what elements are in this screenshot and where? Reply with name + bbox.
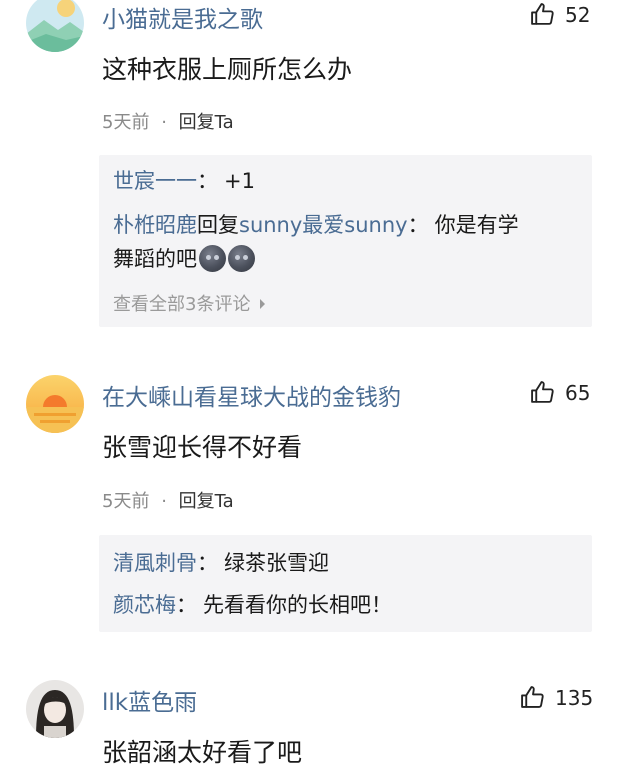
reply-line[interactable]: 颜芯梅： 先看看你的长相吧！ bbox=[113, 589, 578, 621]
reply-content: +1 bbox=[224, 169, 255, 193]
reply-button[interactable]: 回复Ta bbox=[179, 112, 234, 133]
comment-text: 张韶涵太好看了吧 bbox=[102, 738, 303, 767]
avatar[interactable] bbox=[26, 680, 84, 738]
reply-content: 先看看你的长相吧！ bbox=[203, 593, 392, 617]
comment-item: llk蓝色雨 135 张韶涵太好看了吧 bbox=[0, 675, 620, 775]
reply-line[interactable]: 朴栣昭鹿回复sunny最爱sunny： 你是有学 bbox=[113, 209, 578, 241]
reply-sep: ： bbox=[197, 551, 218, 575]
comment-item: 小猫就是我之歌 52 这种衣服上厕所怎么办 5天前 · 回复Ta 世宸一一： +1… bbox=[0, 0, 620, 340]
reply-line-continued: 舞蹈的吧 bbox=[113, 243, 578, 275]
reply-author[interactable]: 颜芯梅 bbox=[113, 593, 176, 617]
like-count: 135 bbox=[555, 685, 594, 710]
dark-moon-face-emoji bbox=[228, 245, 255, 272]
avatar[interactable] bbox=[26, 375, 84, 433]
timestamp: 5天前 bbox=[102, 491, 150, 512]
reply-sep: ： bbox=[176, 593, 197, 617]
like-button[interactable]: 135 bbox=[520, 685, 593, 710]
comment-text: 张雪迎长得不好看 bbox=[102, 433, 303, 462]
reply-box: 清風刺骨： 绿茶张雪迎 颜芯梅： 先看看你的长相吧！ bbox=[99, 535, 592, 632]
username[interactable]: 小猫就是我之歌 bbox=[102, 0, 263, 34]
meta-dot: · bbox=[161, 112, 167, 133]
thumbs-up-icon bbox=[531, 3, 554, 25]
reply-middle: 回复 bbox=[197, 213, 239, 237]
comment-item: 在大嵊山看星球大战的金钱豹 65 张雪迎长得不好看 5天前 · 回复Ta 清風刺… bbox=[0, 370, 620, 640]
view-all-label: 查看全部3条评论 bbox=[113, 294, 251, 315]
reply-line[interactable]: 清風刺骨： 绿茶张雪迎 bbox=[113, 547, 578, 579]
thumbs-up-icon bbox=[531, 381, 554, 403]
chevron-right-icon bbox=[260, 299, 266, 309]
view-all-replies-link[interactable]: 查看全部3条评论 bbox=[113, 290, 267, 316]
like-button[interactable]: 52 bbox=[530, 2, 590, 27]
reply-author[interactable]: 朴栣昭鹿 bbox=[113, 213, 197, 237]
thumbs-up-icon bbox=[521, 686, 544, 708]
reply-box: 世宸一一： +1 朴栣昭鹿回复sunny最爱sunny： 你是有学 舞蹈的吧 查看全… bbox=[99, 155, 592, 327]
username[interactable]: llk蓝色雨 bbox=[102, 683, 197, 717]
reply-button[interactable]: 回复Ta bbox=[179, 491, 234, 512]
comment-meta: 5天前 · 回复Ta bbox=[102, 108, 234, 134]
reply-author[interactable]: 清風刺骨 bbox=[113, 551, 197, 575]
like-button[interactable]: 65 bbox=[530, 380, 590, 405]
reply-content: 绿茶张雪迎 bbox=[224, 551, 329, 575]
reply-line[interactable]: 世宸一一： +1 bbox=[113, 165, 578, 197]
comment-meta: 5天前 · 回复Ta bbox=[102, 487, 234, 513]
dark-moon-face-emoji bbox=[199, 245, 226, 272]
reply-sep: ： bbox=[197, 169, 218, 193]
reply-author[interactable]: 世宸一一 bbox=[113, 169, 197, 193]
avatar[interactable] bbox=[26, 0, 84, 52]
reply-sep: ： bbox=[407, 213, 429, 237]
like-count: 65 bbox=[565, 380, 591, 405]
meta-dot: · bbox=[161, 491, 167, 512]
reply-content: 你是有学 bbox=[434, 213, 519, 237]
comment-text: 这种衣服上厕所怎么办 bbox=[102, 55, 353, 84]
reply-target[interactable]: sunny最爱sunny bbox=[239, 213, 408, 237]
username[interactable]: 在大嵊山看星球大战的金钱豹 bbox=[102, 378, 401, 412]
like-count: 52 bbox=[565, 2, 591, 27]
timestamp: 5天前 bbox=[102, 112, 150, 133]
reply-content: 舞蹈的吧 bbox=[113, 247, 197, 271]
